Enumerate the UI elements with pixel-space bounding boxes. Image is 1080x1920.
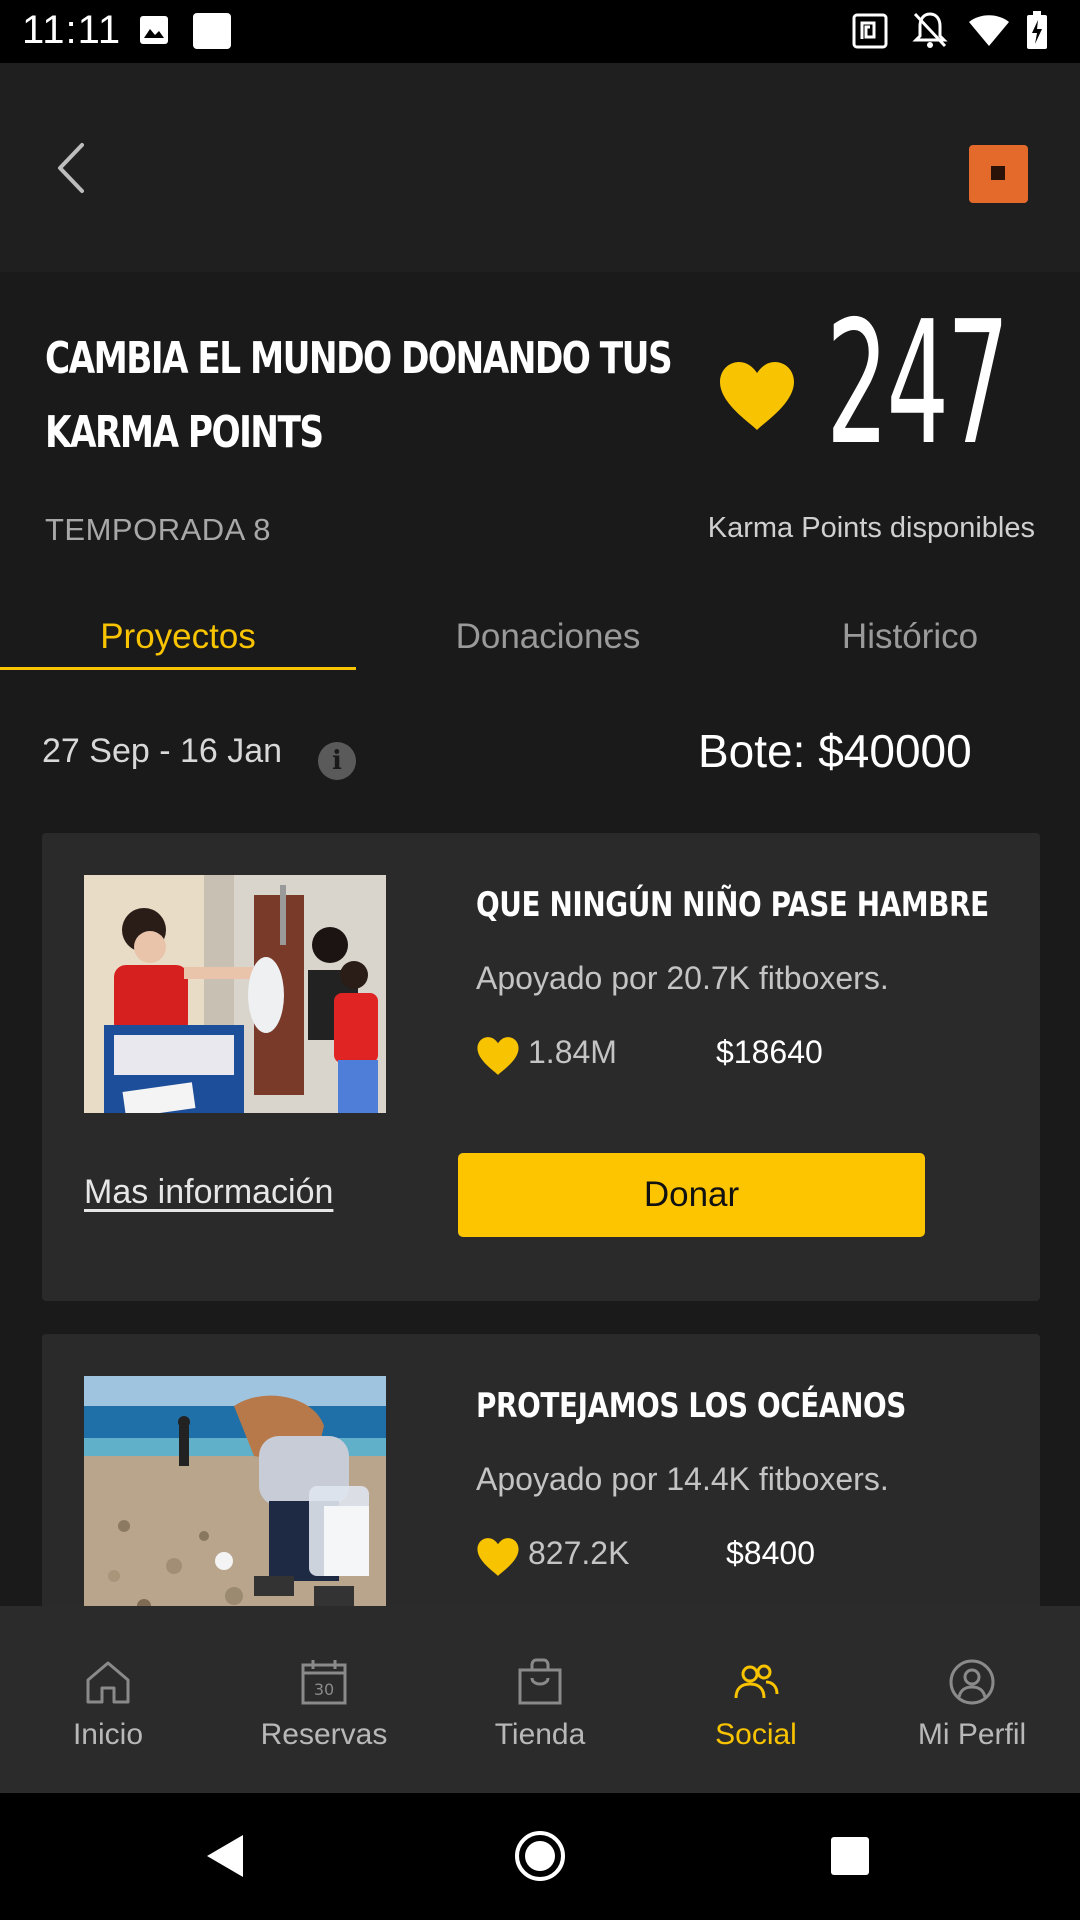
project-karma: 1.84M: [528, 1034, 617, 1070]
tab-donaciones[interactable]: Donaciones: [370, 602, 726, 672]
people-icon: [734, 1664, 779, 1699]
tab-historico[interactable]: Histórico: [740, 602, 1080, 672]
project-support: Apoyado por 20.7K fitboxers.: [476, 960, 889, 996]
bottom-nav: Inicio 30 Reservas Tienda Social Mi Perf…: [0, 1606, 1080, 1793]
wifi-icon: [969, 15, 1009, 46]
system-nav-bar: [0, 1793, 1080, 1920]
project-money: $8400: [726, 1535, 815, 1571]
shopping-bag-icon: [518, 1658, 562, 1705]
battery-charging-icon: [1027, 11, 1047, 49]
nav-label: Tienda: [494, 1718, 586, 1751]
heart-icon: [477, 1538, 519, 1576]
nav-item-reservas[interactable]: 30 Reservas: [216, 1606, 432, 1793]
project-image: [84, 875, 386, 1113]
square-notification-icon: [193, 13, 231, 49]
nav-label: Reservas: [260, 1718, 388, 1751]
recents-square-icon[interactable]: [830, 1836, 870, 1876]
title-line-2: KARMA POINTS: [45, 407, 324, 458]
more-info-link[interactable]: Mas información: [84, 1173, 333, 1212]
nav-label: Social: [715, 1718, 797, 1751]
nav-item-mi-perfil[interactable]: Mi Perfil: [864, 1606, 1080, 1793]
nfc-icon: [852, 13, 888, 49]
nav-item-social[interactable]: Social: [648, 1606, 864, 1793]
project-image: [84, 1376, 386, 1606]
donate-button[interactable]: Donar: [458, 1153, 925, 1237]
back-triangle-icon[interactable]: [205, 1833, 245, 1879]
calendar-icon: 30: [301, 1660, 347, 1705]
season-label: TEMPORADA 8: [45, 512, 271, 547]
image-icon: [140, 16, 168, 44]
project-money: $18640: [716, 1034, 823, 1070]
tab-bar: Proyectos Donaciones Histórico: [0, 602, 1080, 672]
brand-square-icon[interactable]: [969, 145, 1028, 203]
project-karma: 827.2K: [528, 1535, 630, 1571]
date-range: 27 Sep - 16 Jan: [42, 732, 283, 770]
nav-item-inicio[interactable]: Inicio: [0, 1606, 216, 1793]
project-card: PROTEJAMOS LOS OCÉANOS Apoyado por 14.4K…: [42, 1334, 1040, 1606]
home-icon: [86, 1661, 130, 1704]
status-bar: 11:11: [0, 0, 1080, 63]
pot-amount: Bote: $40000: [698, 725, 972, 777]
nav-item-tienda[interactable]: Tienda: [432, 1606, 648, 1793]
project-title: QUE NINGÚN NIÑO PASE HAMBRE: [476, 885, 989, 925]
main-content: CAMBIA EL MUNDO DONANDO TUS KARMA POINTS…: [0, 272, 1080, 1606]
active-tab-indicator: [0, 667, 356, 670]
karma-points-value: 247: [826, 285, 1010, 483]
bell-off-icon: [912, 12, 948, 48]
heart-icon: [720, 362, 794, 430]
nav-label: Mi Perfil: [917, 1718, 1027, 1751]
home-circle-icon[interactable]: [514, 1830, 566, 1882]
nav-label: Inicio: [72, 1718, 144, 1751]
project-support: Apoyado por 14.4K fitboxers.: [476, 1461, 889, 1497]
status-time: 11:11: [22, 8, 122, 52]
tab-proyectos[interactable]: Proyectos: [0, 602, 356, 672]
project-title: PROTEJAMOS LOS OCÉANOS: [476, 1386, 906, 1426]
back-button[interactable]: [40, 133, 100, 203]
title-line-1: CAMBIA EL MUNDO DONANDO TUS: [45, 333, 673, 384]
heart-icon: [477, 1037, 519, 1075]
page-title: CAMBIA EL MUNDO DONANDO TUS KARMA POINTS: [45, 322, 673, 470]
project-card: QUE NINGÚN NIÑO PASE HAMBRE Apoyado por …: [42, 833, 1040, 1301]
karma-points-caption: Karma Points disponibles: [707, 512, 1035, 544]
calendar-day-text: 30: [314, 1680, 334, 1699]
info-icon[interactable]: i: [318, 742, 356, 780]
profile-icon: [949, 1659, 995, 1705]
app-bar: [0, 63, 1080, 272]
